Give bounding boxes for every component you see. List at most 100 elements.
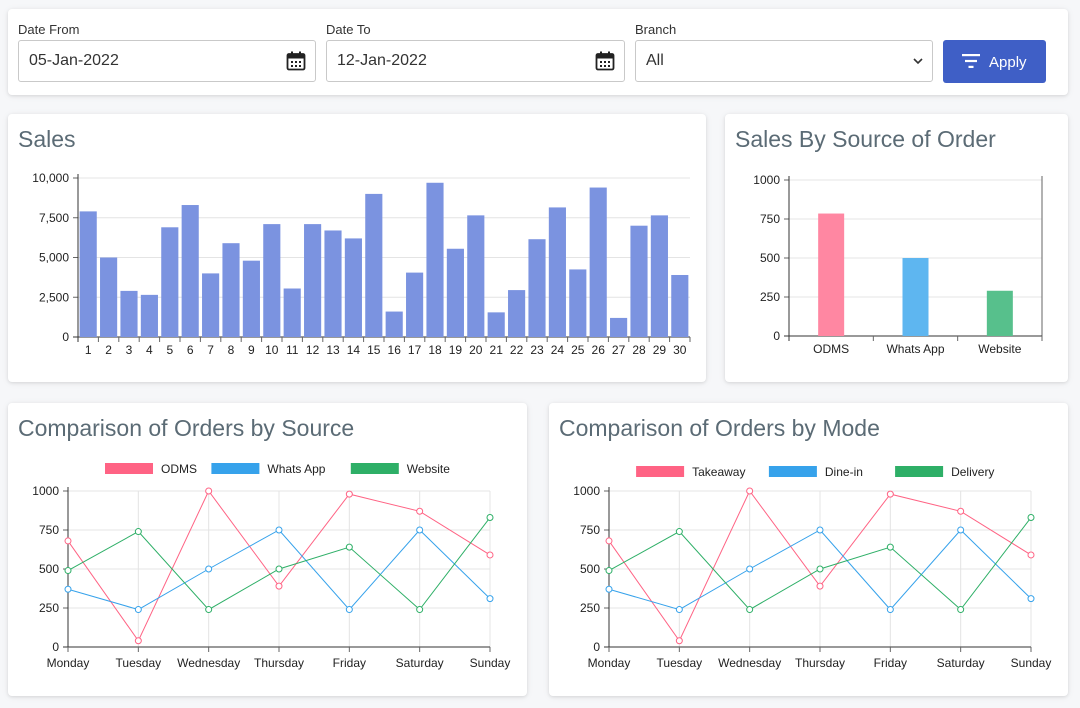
bar bbox=[818, 213, 845, 336]
date-to-field[interactable]: 12-Jan-2022 bbox=[326, 40, 625, 82]
bar bbox=[446, 248, 464, 337]
bar bbox=[263, 224, 281, 337]
x-tick-label: Saturday bbox=[396, 656, 444, 670]
bar bbox=[426, 182, 444, 337]
orders-by-source-card: Comparison of Orders by Source 0 250 500 75… bbox=[8, 403, 527, 696]
x-tick-label: Monday bbox=[588, 656, 631, 670]
x-tick-label: 19 bbox=[449, 343, 463, 357]
legend-label: Whats App bbox=[267, 462, 325, 476]
x-tick-label: Whats App bbox=[886, 342, 944, 356]
calendar-icon[interactable] bbox=[286, 51, 306, 71]
legend-swatch bbox=[105, 463, 153, 474]
orders-by-source-chart: 0 250 500 750 1000 Monday Tuesday Wednesday Thur… bbox=[32, 462, 510, 670]
x-tick-label: 21 bbox=[490, 343, 504, 357]
legend-label: Takeaway bbox=[692, 465, 745, 479]
y-tick-label: 0 bbox=[773, 329, 780, 343]
bar bbox=[406, 272, 424, 337]
y-tick-label: 1000 bbox=[32, 484, 59, 498]
x-tick-label: 13 bbox=[326, 343, 340, 357]
bar bbox=[222, 243, 240, 337]
branch-label: Branch bbox=[635, 22, 677, 37]
filter-bar: Date From 05-Jan-2022 Date To 12-Jan-202… bbox=[8, 9, 1068, 95]
x-tick-label: Sunday bbox=[1011, 656, 1052, 670]
x-tick-label: Tuesday bbox=[116, 656, 162, 670]
bar bbox=[202, 273, 220, 337]
data-point bbox=[746, 606, 754, 614]
x-tick-label: 11 bbox=[286, 343, 299, 357]
legend-label: Website bbox=[407, 462, 450, 476]
x-tick-label: 30 bbox=[673, 343, 687, 357]
bar bbox=[365, 193, 383, 337]
bar bbox=[385, 311, 403, 337]
legend-label: ODMS bbox=[161, 462, 197, 476]
x-tick-label: 14 bbox=[347, 343, 361, 357]
x-tick-label: 29 bbox=[653, 343, 667, 357]
legend-swatch bbox=[211, 463, 260, 474]
x-tick-label: 12 bbox=[306, 343, 320, 357]
data-point bbox=[816, 565, 824, 573]
x-tick-label: 6 bbox=[187, 343, 194, 357]
filter-icon bbox=[962, 54, 980, 68]
x-tick-label: 4 bbox=[146, 343, 153, 357]
data-point bbox=[134, 606, 142, 614]
chevron-down-icon bbox=[913, 58, 923, 65]
x-tick-label: 25 bbox=[571, 343, 585, 357]
date-to-value: 12-Jan-2022 bbox=[337, 52, 427, 69]
data-point bbox=[64, 537, 72, 545]
data-point bbox=[886, 490, 894, 498]
data-point bbox=[134, 528, 142, 536]
bar bbox=[508, 290, 526, 337]
apply-button-label: Apply bbox=[989, 54, 1027, 71]
branch-select[interactable]: All bbox=[635, 40, 933, 82]
data-point bbox=[486, 514, 494, 522]
y-tick-label: 750 bbox=[580, 523, 600, 537]
data-point bbox=[886, 606, 894, 614]
y-tick-label: 0 bbox=[593, 640, 600, 654]
x-tick-label: 2 bbox=[105, 343, 112, 357]
data-point bbox=[746, 565, 754, 573]
data-point bbox=[746, 487, 754, 495]
data-point bbox=[886, 543, 894, 551]
bar bbox=[304, 224, 322, 337]
legend-swatch bbox=[350, 463, 399, 474]
data-point bbox=[416, 507, 424, 515]
y-tick-label: 0 bbox=[52, 640, 59, 654]
x-tick-label: 28 bbox=[632, 343, 646, 357]
y-tick-label: 500 bbox=[760, 251, 780, 265]
data-point bbox=[345, 490, 353, 498]
data-point bbox=[205, 487, 213, 495]
x-tick-label: Wednesday bbox=[177, 656, 240, 670]
data-point bbox=[816, 582, 824, 590]
x-tick-label: 26 bbox=[592, 343, 606, 357]
y-tick-label: 10,000 bbox=[32, 171, 69, 185]
bar bbox=[902, 258, 929, 336]
data-point bbox=[1027, 514, 1035, 522]
x-tick-label: Friday bbox=[333, 656, 366, 670]
bar bbox=[120, 290, 138, 337]
x-tick-label: 15 bbox=[367, 343, 381, 357]
x-tick-label: 5 bbox=[166, 343, 173, 357]
x-tick-label: 22 bbox=[510, 343, 524, 357]
x-tick-label: Website bbox=[978, 342, 1021, 356]
data-point bbox=[957, 606, 965, 614]
data-point bbox=[205, 565, 213, 573]
x-tick-label: 3 bbox=[126, 343, 133, 357]
data-point bbox=[1027, 551, 1035, 559]
data-point bbox=[275, 565, 283, 573]
y-tick-label: 750 bbox=[760, 212, 780, 226]
bar bbox=[528, 239, 546, 337]
branch-value: All bbox=[646, 52, 664, 69]
y-tick-label: 500 bbox=[580, 562, 600, 576]
data-point bbox=[275, 582, 283, 590]
apply-button[interactable]: Apply bbox=[943, 40, 1046, 83]
bar bbox=[181, 205, 199, 337]
x-tick-label: Monday bbox=[47, 656, 90, 670]
x-tick-label: 1 bbox=[85, 343, 92, 357]
bar bbox=[569, 269, 587, 337]
calendar-icon[interactable] bbox=[595, 51, 615, 71]
bar bbox=[671, 274, 689, 337]
y-tick-label: 250 bbox=[580, 601, 600, 615]
x-tick-label: Saturday bbox=[937, 656, 985, 670]
date-from-field[interactable]: 05-Jan-2022 bbox=[18, 40, 316, 82]
y-tick-label: 2,500 bbox=[39, 290, 69, 304]
